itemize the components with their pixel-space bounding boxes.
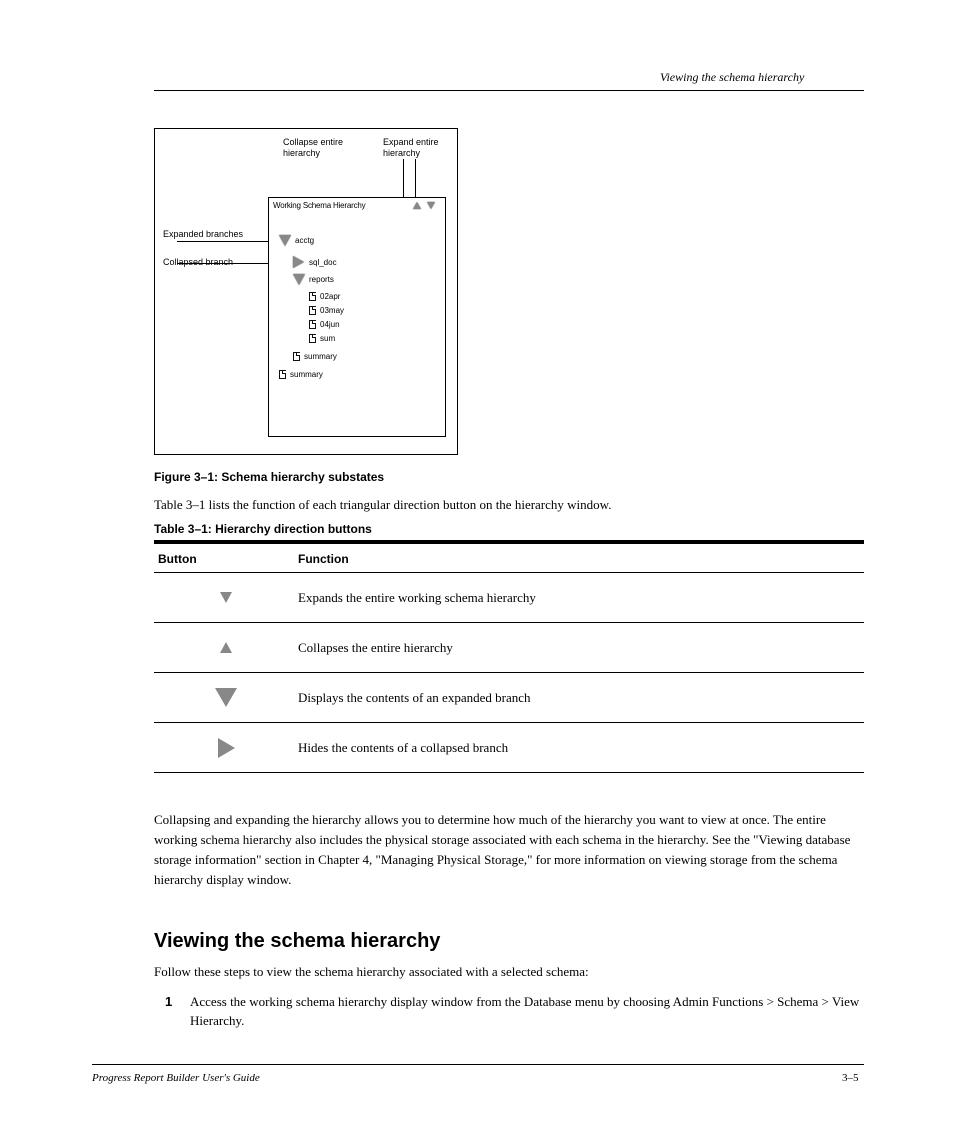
table-col-function: Function bbox=[294, 552, 864, 566]
running-header: Viewing the schema hierarchy bbox=[660, 70, 804, 85]
tree-file: sum bbox=[320, 335, 335, 343]
triangle-right-icon[interactable] bbox=[293, 256, 304, 268]
table-row: Displays the contents of an expanded bra… bbox=[154, 673, 864, 723]
callout-expanded-label: Expanded branches bbox=[163, 229, 243, 240]
tree-file: 02apr bbox=[320, 293, 340, 301]
tree-file: summary bbox=[304, 353, 337, 361]
callout-expand-text: Expand entire hierarchy bbox=[383, 137, 439, 158]
footer-rule bbox=[92, 1064, 864, 1065]
callout-line bbox=[403, 159, 404, 202]
callout-line bbox=[415, 159, 416, 202]
triangle-down-icon[interactable] bbox=[293, 274, 305, 285]
explain-paragraph: Collapsing and expanding the hierarchy a… bbox=[154, 810, 864, 891]
callout-expand-label: Expand entire hierarchy bbox=[383, 137, 453, 160]
inner-panel-title: Working Schema Hierarchy bbox=[273, 201, 365, 210]
section-heading: Viewing the schema hierarchy bbox=[154, 930, 440, 953]
triangle-down-large-icon bbox=[215, 688, 237, 707]
table-cell: Collapses the entire hierarchy bbox=[294, 640, 864, 656]
inner-panel: Working Schema Hierarchy acctg sql_doc r… bbox=[268, 197, 446, 437]
table-cell: Hides the contents of a collapsed branch bbox=[294, 740, 864, 756]
tree-file: 03may bbox=[320, 307, 344, 315]
table-col-button: Button bbox=[154, 552, 294, 566]
triangle-up-small-icon bbox=[220, 642, 232, 653]
triangle-down-small-icon bbox=[220, 592, 232, 603]
tree-branch-expanded: reports bbox=[309, 276, 334, 284]
diagram-frame: Expanded branches Collapsed branch Colla… bbox=[154, 128, 458, 455]
file-icon bbox=[309, 334, 316, 343]
top-rule bbox=[154, 90, 864, 91]
tree-file: summary bbox=[290, 371, 323, 379]
footer-manual-title: Progress Report Builder User's Guide bbox=[92, 1072, 260, 1084]
expand-all-icon[interactable] bbox=[427, 202, 435, 209]
triangle-right-large-icon bbox=[218, 738, 235, 758]
callout-line bbox=[177, 241, 282, 242]
table-row: Collapses the entire hierarchy bbox=[154, 623, 864, 673]
table-head: Button Function bbox=[154, 540, 864, 573]
triangle-down-icon[interactable] bbox=[279, 235, 291, 246]
callout-collapse-text: Collapse entire hierarchy bbox=[283, 137, 343, 158]
heading-body: Follow these steps to view the schema hi… bbox=[154, 962, 864, 982]
file-icon bbox=[309, 306, 316, 315]
figure-caption: Figure 3–1: Schema hierarchy substates bbox=[154, 470, 384, 484]
table-caption: Table 3–1: Hierarchy direction buttons bbox=[154, 522, 372, 536]
collapse-all-icon[interactable] bbox=[413, 202, 421, 209]
file-icon bbox=[279, 370, 286, 379]
tree-root: acctg bbox=[295, 237, 314, 245]
intro-text: Table 3–1 lists the function of each tri… bbox=[154, 496, 864, 514]
step-number: 1 bbox=[165, 994, 172, 1009]
file-icon bbox=[293, 352, 300, 361]
file-icon bbox=[309, 292, 316, 301]
table-cell: Displays the contents of an expanded bra… bbox=[294, 690, 864, 706]
file-icon bbox=[309, 320, 316, 329]
footer-page-number: 3–5 bbox=[842, 1072, 859, 1084]
tree-file: 04jun bbox=[320, 321, 340, 329]
tree-branch-collapsed: sql_doc bbox=[309, 259, 337, 267]
callout-collapse-label: Collapse entire hierarchy bbox=[283, 137, 373, 160]
table-cell: Expands the entire working schema hierar… bbox=[294, 590, 864, 606]
icon-table: Button Function Expands the entire worki… bbox=[154, 540, 864, 773]
table-row: Hides the contents of a collapsed branch bbox=[154, 723, 864, 773]
step-text: Access the working schema hierarchy disp… bbox=[190, 993, 864, 1031]
table-row: Expands the entire working schema hierar… bbox=[154, 573, 864, 623]
